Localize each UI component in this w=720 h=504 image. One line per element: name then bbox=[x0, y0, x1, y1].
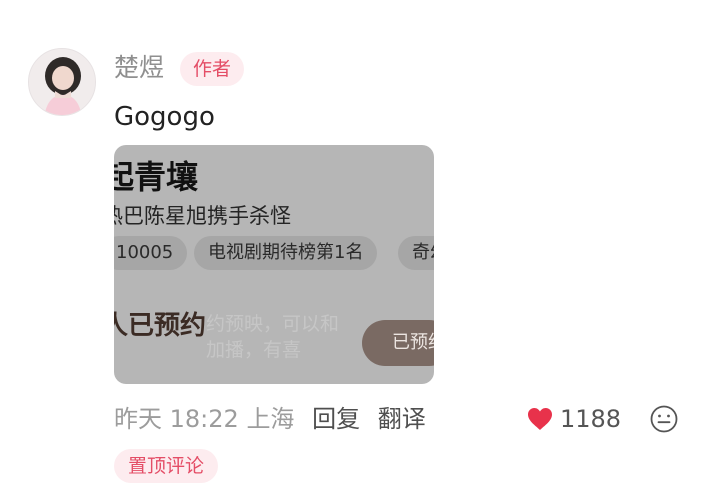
comment-meta-row: 昨天 18:22 上海 回复 翻译 bbox=[114, 400, 426, 438]
card-chip-ranking-text: 电视剧期待榜第1名 bbox=[208, 242, 364, 263]
reserved-count: 人已预约 bbox=[114, 311, 207, 341]
author-badge: 作者 bbox=[180, 52, 244, 86]
card-chip-ranking: 电视剧期待榜第1名 bbox=[194, 236, 378, 270]
card-chip-count: 10005 bbox=[114, 236, 188, 270]
card-overlay-text: 约预映，可以和 加播，有喜 bbox=[206, 311, 339, 363]
card-chip-genre-text: 奇幻 bbox=[412, 242, 434, 263]
heart-icon bbox=[526, 406, 554, 432]
like-count: 1188 bbox=[560, 405, 622, 433]
comment-location: 上海 bbox=[246, 405, 295, 433]
card-title: 起青壤 bbox=[114, 158, 199, 196]
comment-author[interactable]: 楚煜 bbox=[114, 50, 164, 86]
avatar[interactable] bbox=[28, 48, 96, 116]
like-button[interactable]: 1188 bbox=[526, 400, 621, 438]
emoji-reaction-button[interactable] bbox=[649, 404, 679, 434]
card-chip-count-text: 10005 bbox=[116, 242, 174, 263]
reserve-button[interactable]: 已预约 bbox=[362, 320, 434, 366]
card-chip-genre: 奇幻 bbox=[398, 236, 434, 270]
comment-text: Gogogo bbox=[114, 102, 215, 132]
reply-button[interactable]: 回复 bbox=[312, 405, 360, 433]
smiley-icon bbox=[650, 405, 678, 433]
avatar-image bbox=[29, 49, 95, 115]
shared-drama-card[interactable]: 起青壤 热巴陈星旭携手杀怪 10005 电视剧期待榜第1名 奇幻 人已预约 约预… bbox=[114, 145, 434, 384]
card-overlay-line-2: 加播，有喜 bbox=[206, 339, 302, 361]
comment-time: 昨天 18:22 bbox=[114, 405, 239, 433]
card-overlay-line-1: 约预映，可以和 bbox=[206, 313, 340, 335]
pinned-comment-badge: 置顶评论 bbox=[114, 449, 218, 483]
translate-button[interactable]: 翻译 bbox=[378, 405, 426, 433]
reserve-button-label: 已预约 bbox=[392, 332, 434, 353]
card-subtitle: 热巴陈星旭携手杀怪 bbox=[114, 204, 291, 228]
